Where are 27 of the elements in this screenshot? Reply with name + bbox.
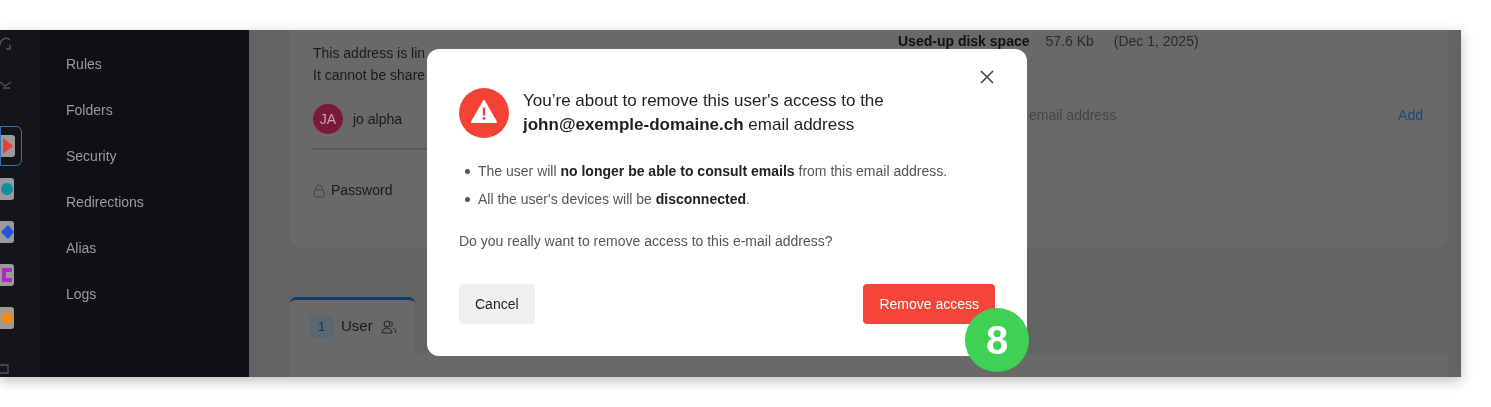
dialog-title: You’re about to remove this user's access to the john@exemple-domaine.ch email address bbox=[523, 90, 885, 136]
remove-access-button[interactable]: Remove access bbox=[863, 284, 995, 324]
confirm-question: Do you really want to remove access to this e-mail address? bbox=[459, 232, 834, 251]
users-icon bbox=[380, 319, 397, 334]
notice-text: It cannot be share bbox=[313, 66, 427, 85]
sidebar-item[interactable]: Folders bbox=[66, 99, 249, 121]
bullet-text: The user will no longer be able to consult emails from this email address. bbox=[478, 162, 948, 181]
app-button[interactable] bbox=[0, 126, 22, 166]
sidebar-item[interactable]: Alias bbox=[66, 237, 249, 259]
notice-text: This address is lin bbox=[313, 44, 427, 63]
lock-icon bbox=[313, 183, 325, 198]
bullet-text: All the user's devices will be disconnected. bbox=[478, 190, 750, 209]
password-label: Password bbox=[331, 181, 393, 200]
bullet-icon bbox=[465, 168, 470, 174]
sidebar-item[interactable]: Logs bbox=[66, 283, 249, 305]
sidebar-item[interactable]: Rules bbox=[66, 53, 249, 75]
cancel-button[interactable]: Cancel bbox=[459, 284, 535, 324]
warning-icon bbox=[459, 88, 509, 138]
disk-space-value: 57.6 Kb bbox=[1045, 33, 1094, 49]
user-avatar: JA bbox=[313, 104, 343, 134]
bullet-icon bbox=[465, 196, 470, 202]
sidebar-item[interactable]: Redirections bbox=[66, 191, 249, 213]
user-name: jo alpha bbox=[353, 109, 403, 129]
disk-space-date: (Dec 1, 2025) bbox=[1113, 33, 1199, 49]
disk-space-label: Used-up disk space bbox=[898, 33, 1030, 49]
sidebar-item[interactable]: Security bbox=[66, 145, 249, 167]
close-icon[interactable] bbox=[980, 70, 994, 84]
